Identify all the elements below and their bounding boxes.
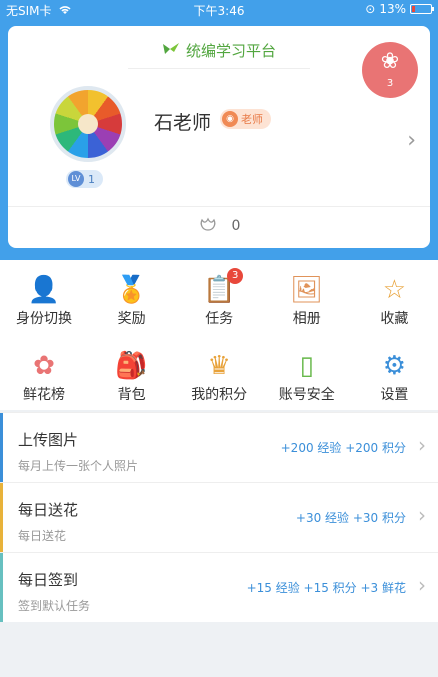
task-subtitle: 每日送花 — [18, 529, 67, 543]
orientation-lock-icon: ⊙ — [365, 2, 376, 16]
chevron-right-icon: › — [418, 433, 426, 457]
grid-item-phone[interactable]: ▯ 账号安全 — [263, 340, 351, 404]
grid-item-label: 相册 — [292, 311, 321, 327]
grid-item-task[interactable]: 📋 3 任务 — [175, 264, 263, 328]
level-icon: LV — [68, 171, 84, 187]
phone-icon: ▯ — [299, 351, 314, 381]
grid-item-label: 背包 — [117, 387, 146, 403]
grid-item-star[interactable]: ☆ 收藏 — [350, 264, 438, 328]
grid-item-label: 奖励 — [117, 311, 146, 327]
grid-item-flower-rank[interactable]: ✿ 鲜花榜 — [0, 340, 88, 404]
grid-item-crown[interactable]: ♛ 我的积分 — [175, 340, 263, 404]
grid-item-label: 我的积分 — [191, 387, 248, 403]
switch-identity-icon: 👤 — [27, 275, 61, 305]
task-row[interactable]: 每日签到签到默认任务 +15 经验 +15 积分 +3 鲜花 › — [0, 552, 438, 622]
grid-item-switch-identity[interactable]: 👤 身份切换 — [0, 264, 88, 328]
task-list: 上传图片 每月上传一张个人照片 +200 经验 +200 积分 › 每日送花 每日送花 +3… — [0, 412, 438, 622]
task-title: 每日送花 — [18, 501, 79, 519]
chevron-right-icon[interactable]: › — [407, 128, 416, 153]
user-name: 石老师 — [154, 112, 212, 134]
task-reward: +15 经验 +15 积分 +3 鲜花 — [246, 581, 406, 595]
task-accent-bar — [0, 553, 3, 622]
battery-percent: 13% — [379, 2, 406, 16]
grid-item-gear[interactable]: ⚙ 设置 — [350, 340, 438, 404]
role-label: 老师 — [241, 113, 263, 126]
medal-icon: 🏅 — [115, 275, 148, 305]
flower-count-row: 0 — [8, 216, 430, 236]
feature-grid: 👤 身份切换 🏅 奖励 📋 3 任务 🖼 相册 ☆ 收藏 ✿ 鲜花榜 🎒 背包 ♛ 我的积分 ▯ 账号安全 ⚙ 设置 — [0, 260, 438, 410]
grid-item-label: 账号安全 — [278, 387, 335, 403]
grid-item-album[interactable]: 🖼 相册 — [263, 264, 351, 328]
crown-icon: ♛ — [207, 351, 231, 381]
grid-item-medal[interactable]: 🏅 奖励 — [88, 264, 176, 328]
chevron-right-icon: › — [418, 503, 426, 527]
task-row[interactable]: 上传图片每月上传一张个人照片 +200 经验 +200 积分 › — [0, 412, 438, 482]
task-accent-bar — [0, 413, 3, 482]
chevron-right-icon: › — [418, 573, 426, 597]
task-subtitle: 签到默认任务 — [18, 599, 91, 613]
divider — [128, 68, 310, 69]
bird-logo-icon — [162, 42, 180, 60]
task-title: 每日签到 — [18, 571, 79, 589]
backpack-icon: 🎒 — [115, 351, 148, 381]
task-icon: 📋 3 — [201, 268, 244, 306]
rose-icon: ❀ — [380, 49, 400, 74]
role-badge: ◉ 老师 — [220, 109, 271, 129]
send-flower-button[interactable]: ❀ 3 — [362, 42, 418, 98]
task-row[interactable]: 每日送花 每日送花 +30 经验 +30 积分 › — [0, 482, 438, 552]
task-count-badge: 3 — [227, 268, 244, 284]
task-title: 上传图片 — [18, 431, 79, 449]
status-bar: 无SIM卡 下午3:46 ⊙ 13% — [0, 0, 438, 20]
task-reward: +30 经验 +30 积分 — [295, 511, 406, 525]
grid-item-backpack[interactable]: 🎒 背包 — [88, 340, 176, 404]
avatar[interactable] — [50, 86, 126, 162]
level-value: 1 — [88, 172, 95, 186]
task-subtitle: 每月上传一张个人照片 — [18, 459, 139, 473]
teacher-icon: ◉ — [222, 111, 238, 127]
grid-item-label: 鲜花榜 — [23, 387, 65, 403]
star-icon: ☆ — [382, 275, 407, 305]
level-badge: LV 1 — [66, 170, 103, 188]
album-icon: 🖼 — [290, 275, 324, 305]
grid-item-label: 任务 — [205, 311, 234, 327]
grid-item-label: 设置 — [380, 387, 409, 403]
platform-name: 统编学习平台 — [185, 42, 276, 60]
battery-icon — [410, 4, 434, 14]
flower-rank-icon: ✿ — [33, 351, 55, 381]
grid-item-label: 身份切换 — [16, 311, 72, 327]
divider — [8, 206, 430, 207]
flower-count: 0 — [231, 218, 241, 234]
fab-count: 3 — [386, 78, 394, 89]
gear-icon: ⚙ — [382, 351, 407, 381]
task-accent-bar — [0, 483, 3, 552]
task-reward: +200 经验 +200 积分 — [280, 441, 406, 455]
grid-item-label: 收藏 — [380, 311, 409, 327]
flower-outline-icon — [198, 216, 218, 236]
